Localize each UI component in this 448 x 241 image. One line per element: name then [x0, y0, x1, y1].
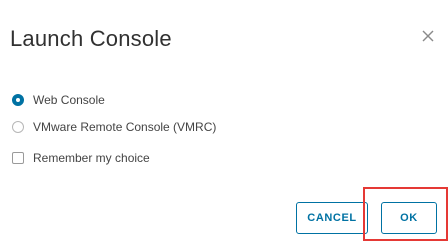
- web-console-radio[interactable]: [12, 94, 24, 106]
- vmrc-label: VMware Remote Console (VMRC): [33, 120, 217, 134]
- remember-choice-checkbox[interactable]: [12, 152, 24, 164]
- web-console-label: Web Console: [33, 93, 105, 107]
- remember-choice-label: Remember my choice: [33, 151, 150, 165]
- cancel-button[interactable]: CANCEL: [296, 202, 368, 234]
- dialog-title: Launch Console: [10, 26, 172, 51]
- launch-console-dialog: Launch Console Web Console VMware Remote…: [0, 0, 448, 241]
- web-console-option[interactable]: Web Console: [12, 93, 105, 107]
- remember-choice-option[interactable]: Remember my choice: [12, 151, 150, 165]
- close-icon[interactable]: [420, 28, 436, 44]
- vmrc-radio[interactable]: [12, 121, 24, 133]
- vmrc-option[interactable]: VMware Remote Console (VMRC): [12, 120, 216, 134]
- ok-button[interactable]: OK: [381, 202, 437, 234]
